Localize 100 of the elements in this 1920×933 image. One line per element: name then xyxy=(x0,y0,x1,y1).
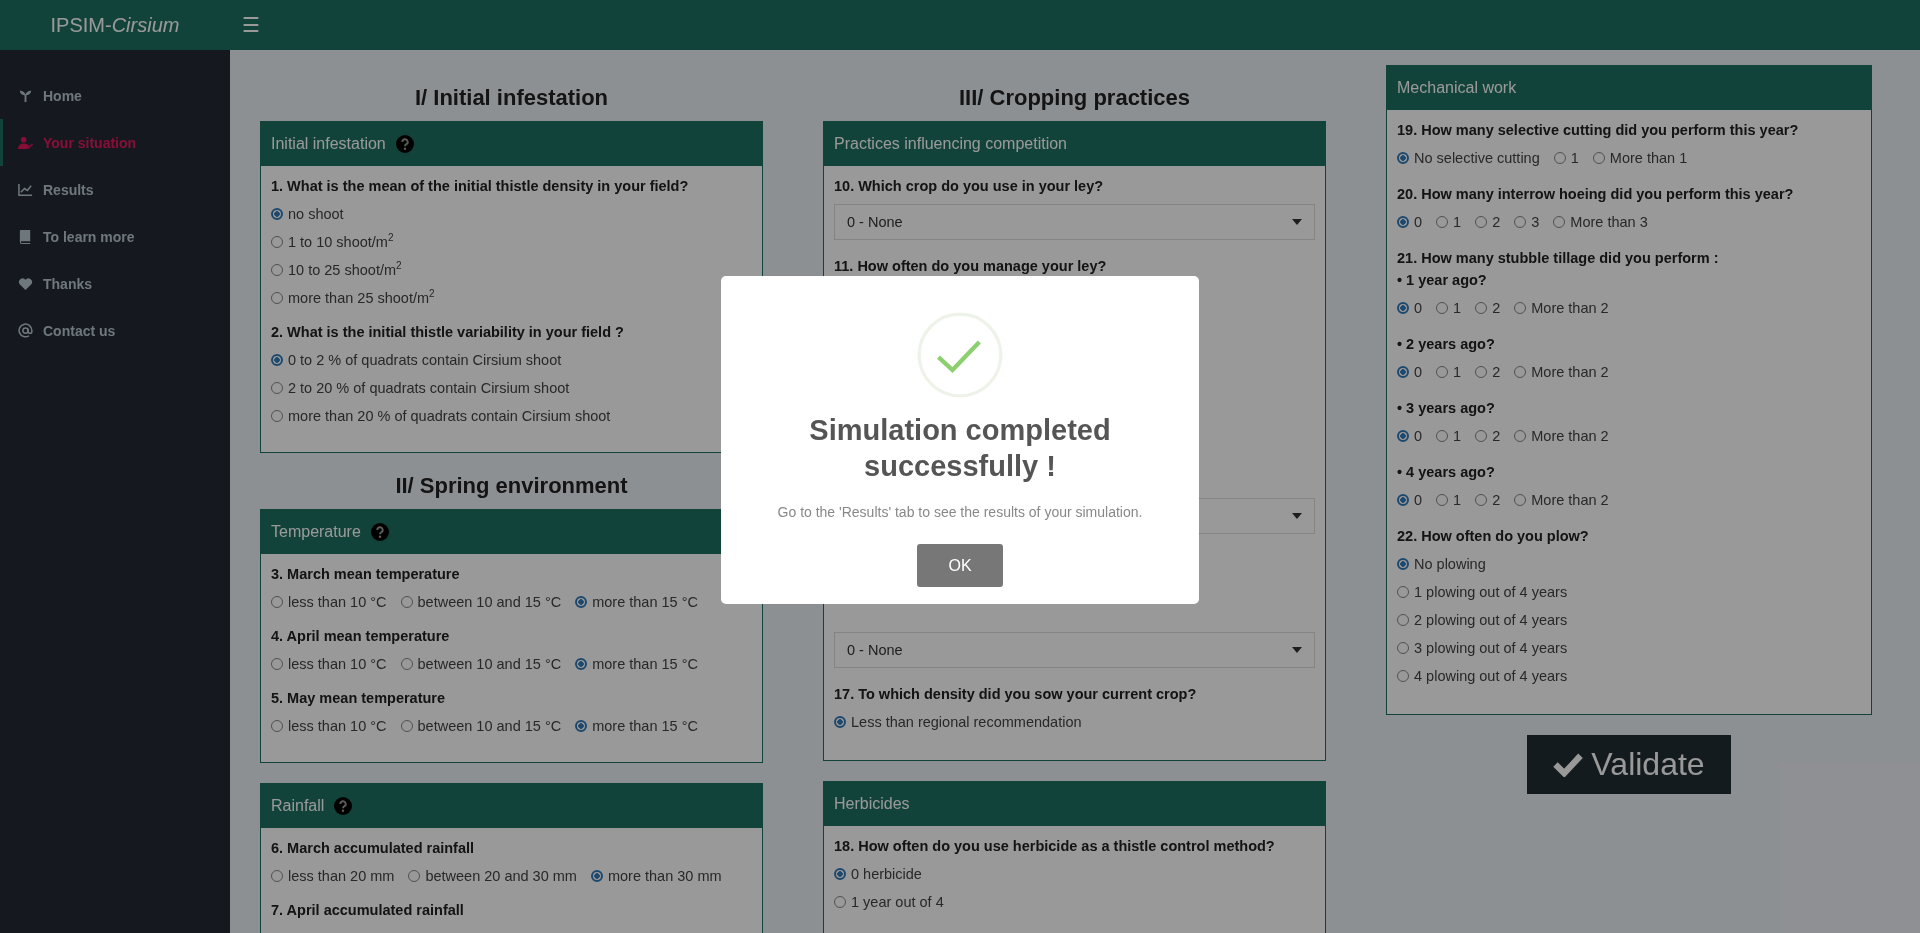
radio-button[interactable] xyxy=(1514,430,1527,442)
radio-option[interactable]: More than 1 xyxy=(1592,148,1688,168)
radio-option[interactable]: 1 xyxy=(1436,212,1462,232)
radio-option[interactable]: 1 to 10 shoot/m$^{2}$ xyxy=(271,232,752,252)
radio-option[interactable]: 0 to 2 % of quadrats contain Cirsium shoot xyxy=(271,350,752,370)
radio-option[interactable]: 0 xyxy=(1397,362,1423,382)
radio-button[interactable] xyxy=(271,354,283,366)
radio-option[interactable]: less than 20 mm xyxy=(271,866,395,886)
dropdown-select[interactable]: 0 - None xyxy=(834,632,1315,668)
sidebar-item[interactable]: Results xyxy=(0,166,230,213)
radio-button[interactable] xyxy=(271,264,283,276)
radio-option[interactable]: 3 xyxy=(1514,212,1540,232)
radio-button[interactable] xyxy=(1436,430,1449,442)
radio-button[interactable] xyxy=(400,596,413,608)
radio-button[interactable] xyxy=(575,720,588,732)
radio-button[interactable] xyxy=(1397,366,1409,378)
sidebar-item[interactable]: Contact us xyxy=(0,307,230,354)
radio-option[interactable]: between 10 and 15 °C xyxy=(400,592,562,612)
radio-option[interactable]: More than 2 xyxy=(1514,362,1609,382)
radio-option[interactable]: 1 xyxy=(1436,490,1462,510)
radio-option[interactable]: 0 xyxy=(1397,490,1423,510)
radio-button[interactable] xyxy=(408,870,421,882)
sidebar-item[interactable]: Thanks xyxy=(0,260,230,307)
radio-option[interactable]: No selective cutting xyxy=(1397,148,1540,168)
radio-option[interactable]: More than 3 xyxy=(1553,212,1648,232)
radio-option[interactable]: 2 plowing out of 4 years xyxy=(1397,610,1861,630)
radio-button[interactable] xyxy=(1397,642,1409,654)
radio-option[interactable]: 4 plowing out of 4 years xyxy=(1397,666,1861,686)
radio-option[interactable]: 0 xyxy=(1397,426,1423,446)
menu-icon[interactable]: ☰ xyxy=(242,13,260,37)
radio-option[interactable]: between 10 and 15 °C xyxy=(400,654,562,674)
radio-option[interactable]: 1 xyxy=(1553,148,1579,168)
radio-button[interactable] xyxy=(575,658,588,670)
radio-button[interactable] xyxy=(575,596,588,608)
sidebar-item[interactable]: To learn more xyxy=(0,213,230,260)
radio-button[interactable] xyxy=(400,658,413,670)
radio-button[interactable] xyxy=(1436,494,1449,506)
radio-button[interactable] xyxy=(1397,670,1409,682)
radio-button[interactable] xyxy=(1514,302,1527,314)
radio-button[interactable] xyxy=(1397,430,1409,442)
radio-button[interactable] xyxy=(1514,216,1527,228)
dropdown-select[interactable]: 0 - None xyxy=(834,204,1315,240)
radio-option[interactable]: 0 xyxy=(1397,212,1423,232)
radio-option[interactable]: More than 2 xyxy=(1514,426,1609,446)
radio-option[interactable]: more than 15 °C xyxy=(575,592,698,612)
radio-button[interactable] xyxy=(1397,494,1409,506)
radio-button[interactable] xyxy=(1553,216,1566,228)
radio-option[interactable]: 1 xyxy=(1436,362,1462,382)
radio-option[interactable]: 1 xyxy=(1436,298,1462,318)
radio-option[interactable]: 1 year out of 4 xyxy=(834,892,1315,912)
radio-option[interactable]: between 10 and 15 °C xyxy=(400,716,562,736)
radio-option[interactable]: less than 10 °C xyxy=(271,716,387,736)
radio-option[interactable]: 10 to 25 shoot/m$^{2}$ xyxy=(271,260,752,280)
radio-button[interactable] xyxy=(1436,216,1449,228)
radio-option[interactable]: less than 10 °C xyxy=(271,592,387,612)
radio-option[interactable]: 1 xyxy=(1436,426,1462,446)
help-icon[interactable] xyxy=(370,523,389,541)
help-icon[interactable] xyxy=(395,135,414,153)
radio-button[interactable] xyxy=(271,410,283,422)
radio-option[interactable]: 2 xyxy=(1475,212,1501,232)
radio-button[interactable] xyxy=(1514,494,1527,506)
radio-button[interactable] xyxy=(1553,152,1566,164)
radio-option[interactable]: 0 xyxy=(1397,298,1423,318)
radio-button[interactable] xyxy=(1475,494,1488,506)
radio-button[interactable] xyxy=(1436,302,1449,314)
radio-option[interactable]: 1 plowing out of 4 years xyxy=(1397,582,1861,602)
radio-button[interactable] xyxy=(590,870,603,882)
radio-option[interactable]: 0 herbicide xyxy=(834,864,1315,884)
radio-button[interactable] xyxy=(834,868,846,880)
radio-button[interactable] xyxy=(1397,586,1409,598)
radio-option[interactable]: 2 xyxy=(1475,298,1501,318)
radio-option[interactable]: more than 25 shoot/m$^{2}$ xyxy=(271,288,752,308)
radio-button[interactable] xyxy=(1397,216,1409,228)
radio-option[interactable]: more than 15 °C xyxy=(575,654,698,674)
help-icon[interactable] xyxy=(334,797,353,815)
radio-option[interactable]: 2 xyxy=(1475,490,1501,510)
radio-option[interactable]: no shoot xyxy=(271,204,752,224)
radio-button[interactable] xyxy=(1397,614,1409,626)
radio-option[interactable]: Less than regional recommendation xyxy=(834,712,1315,732)
radio-button[interactable] xyxy=(271,596,283,608)
radio-option[interactable]: 2 xyxy=(1475,362,1501,382)
radio-option[interactable]: 3 plowing out of 4 years xyxy=(1397,638,1861,658)
radio-button[interactable] xyxy=(1397,558,1409,570)
radio-option[interactable]: more than 20 % of quadrats contain Cirsium shoot xyxy=(271,406,752,426)
radio-button[interactable] xyxy=(271,658,283,670)
radio-option[interactable]: More than 2 xyxy=(1514,490,1609,510)
radio-option[interactable]: More than 2 xyxy=(1514,298,1609,318)
radio-button[interactable] xyxy=(834,896,846,908)
radio-button[interactable] xyxy=(1592,152,1605,164)
radio-option[interactable]: less than 10 °C xyxy=(271,654,387,674)
radio-button[interactable] xyxy=(271,208,283,220)
radio-button[interactable] xyxy=(400,720,413,732)
radio-option[interactable]: No plowing xyxy=(1397,554,1861,574)
sidebar-item[interactable]: Home xyxy=(0,72,230,119)
radio-button[interactable] xyxy=(1475,366,1488,378)
radio-option[interactable]: 2 to 20 % of quadrats contain Cirsium shoot xyxy=(271,378,752,398)
radio-button[interactable] xyxy=(271,236,283,248)
radio-option[interactable]: 2 xyxy=(1475,426,1501,446)
radio-button[interactable] xyxy=(1475,302,1488,314)
radio-button[interactable] xyxy=(1514,366,1527,378)
